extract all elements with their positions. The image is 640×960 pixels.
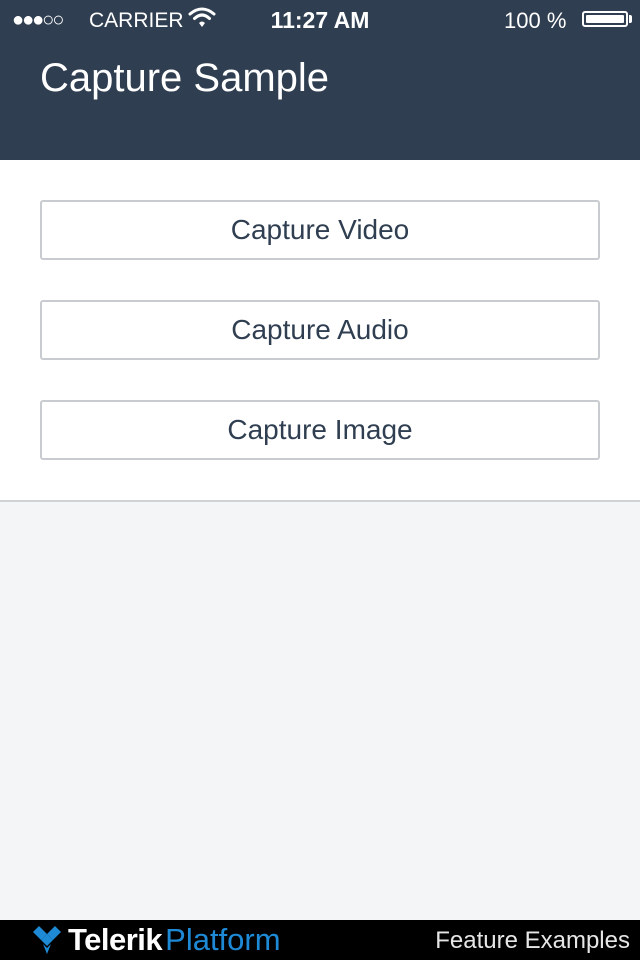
logo-word-platform: Platform <box>165 922 281 957</box>
telerik-logo-icon <box>33 926 61 954</box>
battery-percentage: 100 % <box>504 8 567 33</box>
battery-tip <box>629 15 632 23</box>
capture-video-button[interactable]: Capture Video <box>40 200 600 260</box>
app-header: ●●●○○ CARRIER 11:27 AM 100 % Capture Sam… <box>0 0 640 160</box>
footer-bar: Telerik Platform Feature Examples <box>0 920 640 960</box>
status-bar: ●●●○○ CARRIER 11:27 AM 100 % <box>0 0 640 40</box>
capture-button-panel: Capture Video Capture Audio Capture Imag… <box>0 160 640 502</box>
page-title: Capture Sample <box>40 56 330 100</box>
logo-word-telerik: Telerik <box>68 922 163 957</box>
capture-image-button[interactable]: Capture Image <box>40 400 600 460</box>
feature-examples-link[interactable]: Feature Examples <box>435 927 630 955</box>
capture-audio-button[interactable]: Capture Audio <box>40 300 600 360</box>
battery-level-fill <box>586 15 624 23</box>
battery-icon <box>582 11 628 27</box>
app-screen: ●●●○○ CARRIER 11:27 AM 100 % Capture Sam… <box>0 0 640 960</box>
telerik-platform-logo[interactable]: Telerik Platform <box>30 922 281 958</box>
